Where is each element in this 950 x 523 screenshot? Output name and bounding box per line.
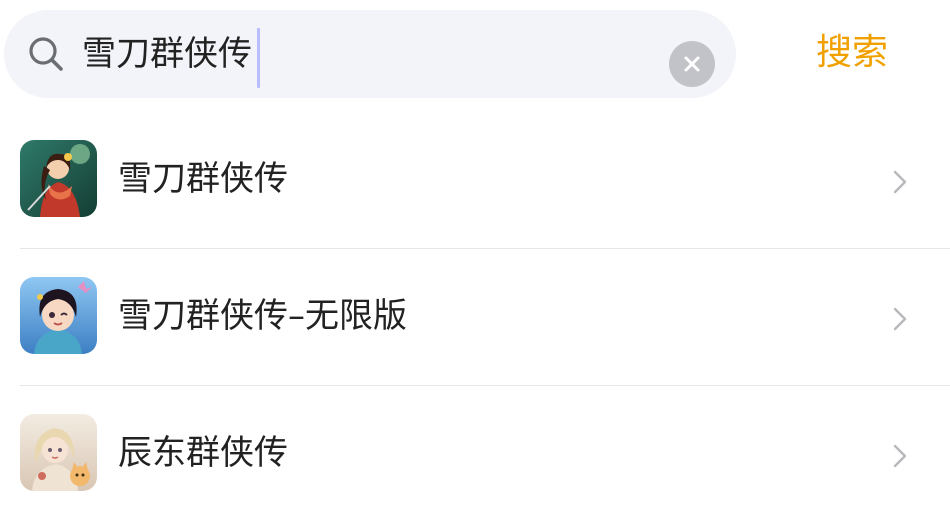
result-list: 雪刀群侠传 雪刀群侠传–无限版 辰东群侠传 [0,112,950,523]
list-item-label: 雪刀群侠传–无限版 [118,296,407,336]
chevron-right-icon [890,441,910,471]
text-cursor [257,28,260,88]
search-input[interactable]: 雪刀群侠传 [4,10,736,98]
game-icon-fairy-with-cat [20,414,97,491]
close-icon [684,56,700,72]
list-item[interactable]: 雪刀群侠传 [0,112,950,249]
list-item-label: 雪刀群侠传 [118,159,288,199]
chevron-right-icon [890,304,910,334]
search-button[interactable]: 搜索 [816,28,888,78]
search-icon [26,34,66,74]
chevron-right-icon [890,167,910,197]
search-query-text: 雪刀群侠传 [82,34,252,74]
list-item-label: 辰东群侠传 [118,433,288,473]
list-item[interactable]: 辰东群侠传 [0,386,950,523]
list-item[interactable]: 雪刀群侠传–无限版 [0,249,950,386]
clear-button[interactable] [669,41,715,87]
search-bar: 雪刀群侠传 搜索 [0,0,950,112]
game-icon-winking-girl [20,277,97,354]
game-icon-swordswoman [20,140,97,217]
